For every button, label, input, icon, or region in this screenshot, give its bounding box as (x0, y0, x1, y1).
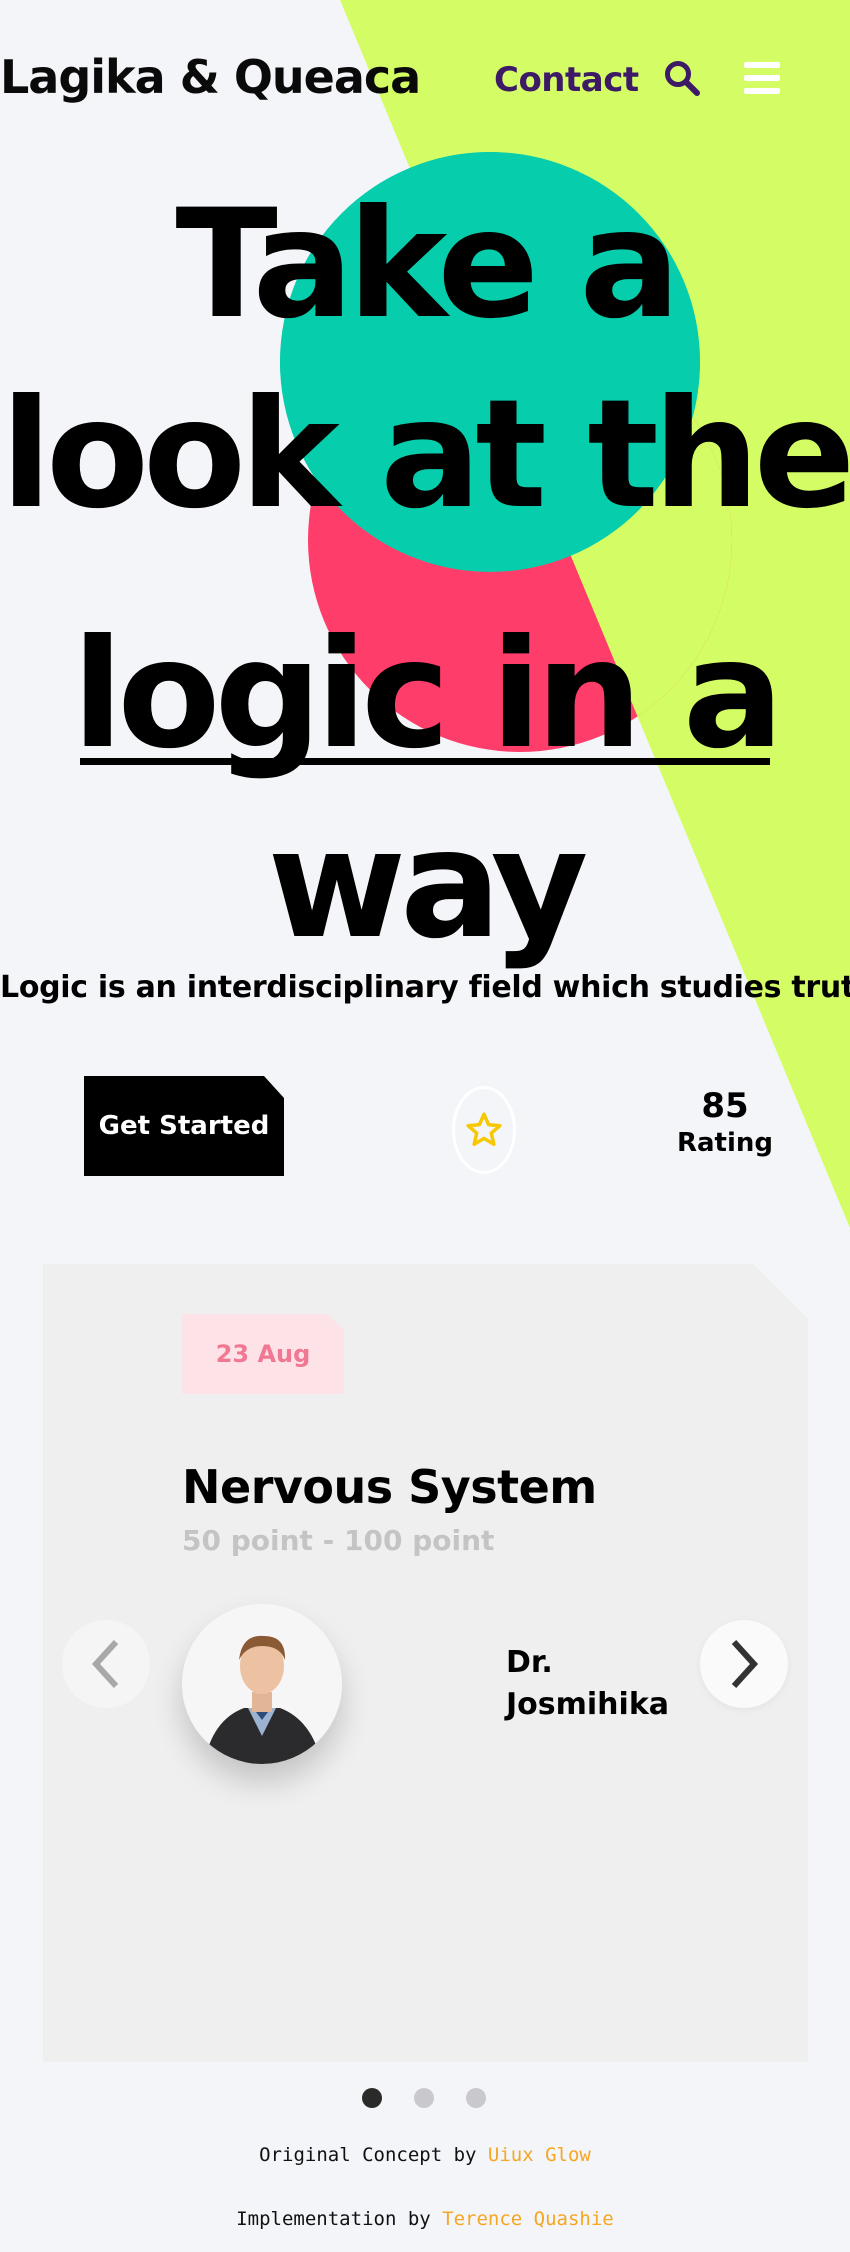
nav-contact-link[interactable]: Contact (494, 60, 639, 100)
rating-label: Rating (676, 1128, 774, 1158)
carousel-dot-1[interactable] (362, 2088, 382, 2108)
doctor-avatar (182, 1604, 342, 1764)
chevron-right-icon (731, 1639, 759, 1689)
original-concept-prefix: Original Concept by (259, 2144, 477, 2166)
search-icon[interactable] (664, 60, 700, 100)
hero-line-1: Take a (175, 178, 680, 352)
carousel-pagination (362, 2088, 486, 2108)
chevron-left-icon (91, 1639, 119, 1689)
star-icon[interactable] (452, 1086, 516, 1174)
get-started-button[interactable]: Get Started (84, 1076, 284, 1176)
doctor-title: Dr. (506, 1645, 553, 1680)
hamburger-menu-icon[interactable] (744, 62, 780, 101)
card-title: Nervous System (182, 1460, 597, 1514)
hero-line-4: way (267, 798, 589, 972)
brand-logo[interactable]: Lagika & Queaca (0, 50, 421, 104)
carousel-next-button[interactable] (700, 1620, 788, 1708)
carousel-dot-2[interactable] (414, 2088, 434, 2108)
doctor-name: Dr. Josmihika (506, 1642, 706, 1726)
course-card[interactable]: 23 Aug Nervous System 50 point - 100 poi… (43, 1264, 808, 2062)
implementation-author-link[interactable]: Terence Quashie (442, 2208, 614, 2230)
carousel-dot-3[interactable] (466, 2088, 486, 2108)
original-concept-credit: Original Concept by Uiux Glow (0, 2144, 850, 2166)
implementation-credit: Implementation by Terence Quashie (0, 2208, 850, 2230)
hero-subtitle: Logic is an interdisciplinary field whic… (0, 970, 850, 1005)
card-points: 50 point - 100 point (182, 1524, 495, 1557)
date-badge: 23 Aug (182, 1314, 344, 1394)
hero-line-2: look at the (0, 368, 850, 542)
rating-value: 85 (701, 1086, 749, 1126)
carousel-prev-button[interactable] (62, 1620, 150, 1708)
rating-display: 85 Rating (660, 1086, 790, 1158)
original-author-link[interactable]: Uiux Glow (488, 2144, 591, 2166)
implementation-prefix: Implementation by (236, 2208, 431, 2230)
doctor-surname: Josmihika (506, 1687, 670, 1722)
person-portrait-icon (182, 1604, 342, 1764)
hero-line-3: logic in a (71, 608, 784, 782)
